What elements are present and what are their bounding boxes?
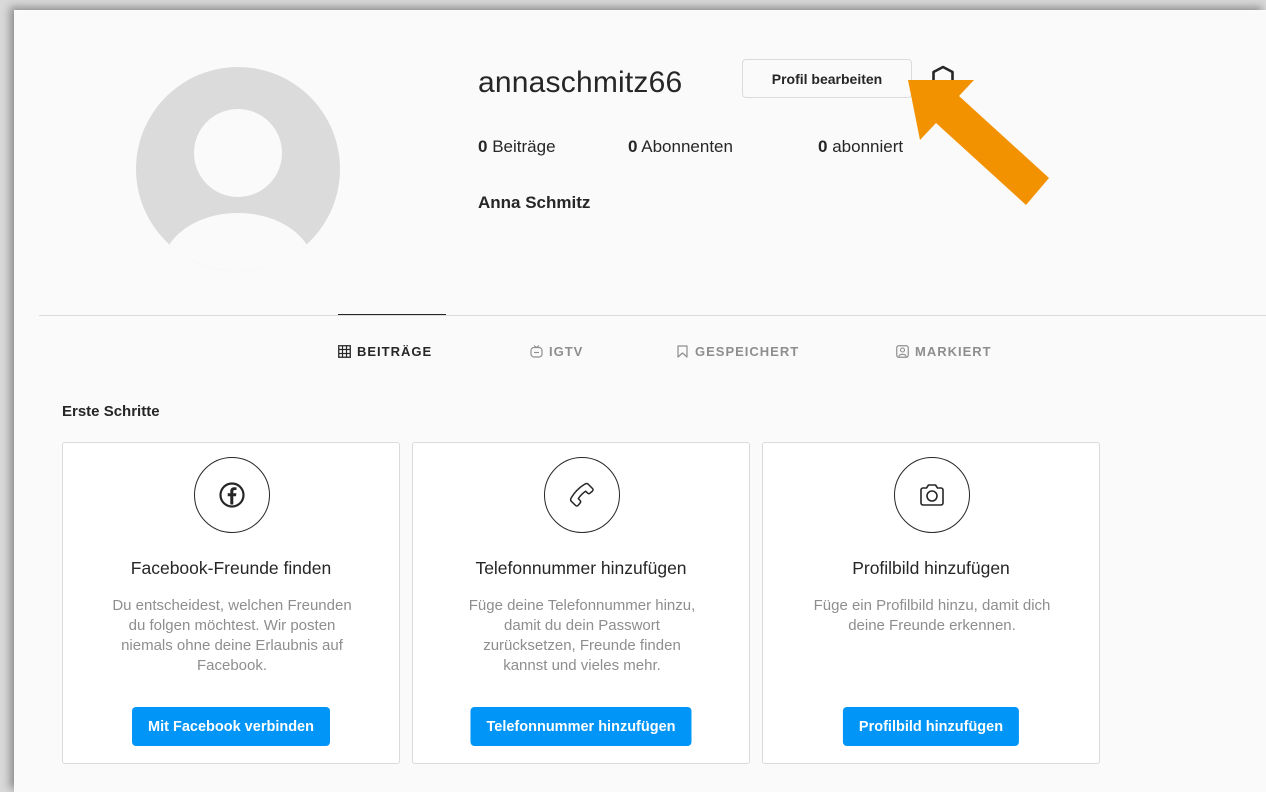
bookmark-icon	[677, 345, 688, 358]
card-phone-title: Telefonnummer hinzufügen	[475, 558, 687, 578]
stat-following[interactable]: 0 abonniert	[818, 137, 903, 157]
card-facebook-desc-line: niemals ohne deine Erlaubnis auf	[121, 637, 343, 654]
stat-posts-count: 0	[478, 137, 488, 156]
tab-igtv-label: IGTV	[549, 344, 584, 359]
stat-following-count: 0	[818, 137, 828, 156]
tab-saved-label: GESPEICHERT	[695, 344, 800, 359]
full-name: Anna Schmitz	[478, 193, 591, 212]
card-facebook: Facebook-Freunde finden Du entscheidest,…	[62, 442, 400, 764]
avatar-body-shape	[162, 213, 314, 271]
tab-posts-label: BEITRÄGE	[357, 344, 433, 359]
tabs-divider	[39, 315, 1266, 316]
phone-icon	[569, 482, 594, 507]
add-phone-button[interactable]: Telefonnummer hinzufügen	[470, 707, 692, 746]
username: annaschmitz66	[478, 66, 683, 99]
card-facebook-desc-line: Du entscheidest, welchen Freunden	[112, 597, 352, 614]
card-phone: Telefonnummer hinzufügen Füge deine Tele…	[412, 442, 750, 764]
connect-facebook-button[interactable]: Mit Facebook verbinden	[132, 707, 330, 746]
camera-icon	[920, 484, 944, 506]
card-facebook-title: Facebook-Freunde finden	[130, 558, 332, 578]
tab-tagged[interactable]: MARKIERT	[896, 344, 992, 359]
card-phone-desc-line: zurücksetzen, Freunde finden	[483, 637, 681, 654]
card-phone-desc-line: Füge deine Telefonnummer hinzu,	[468, 597, 696, 614]
getting-started-title: Erste Schritte	[62, 403, 160, 420]
avatar[interactable]	[136, 67, 340, 271]
stat-posts-label: Beiträge	[492, 137, 556, 156]
card-phone-desc-line: damit du dein Passwort	[504, 617, 660, 634]
card-phone-description: Füge deine Telefonnummer hinzu, damit du…	[429, 596, 735, 676]
callout-arrow-icon	[908, 80, 1049, 205]
tab-saved[interactable]: GESPEICHERT	[676, 344, 799, 359]
stat-followers-label: Abonnenten	[641, 137, 733, 156]
phone-icon-circle	[544, 457, 620, 533]
add-profile-photo-button[interactable]: Profilbild hinzufügen	[842, 707, 1020, 746]
card-facebook-desc-line: Facebook.	[196, 657, 268, 674]
avatar-head-shape	[194, 109, 282, 197]
card-facebook-description: Du entscheidest, welchen Freunden du fol…	[79, 596, 385, 676]
tab-tagged-label: MARKIERT	[915, 344, 992, 359]
tab-posts[interactable]: BEITRÄGE	[338, 344, 432, 359]
card-profile-photo-desc-line: deine Freunde erkennen.	[848, 617, 1016, 634]
stat-posts[interactable]: 0 Beiträge	[478, 137, 556, 157]
grid-icon	[338, 345, 351, 358]
igtv-icon	[530, 345, 543, 358]
card-facebook-desc-line: du folgen möchtest. Wir posten	[128, 617, 336, 634]
card-phone-desc-line: kannst und vieles mehr.	[503, 657, 661, 674]
card-profile-photo: Profilbild hinzufügen Füge ein Profilbil…	[762, 442, 1100, 764]
card-profile-photo-description: Füge ein Profilbild hinzu, damit dich de…	[779, 596, 1085, 636]
stat-following-label: abonniert	[832, 137, 904, 156]
card-profile-photo-title: Profilbild hinzufügen	[852, 558, 1010, 578]
tab-igtv[interactable]: IGTV	[530, 344, 583, 359]
stat-followers-count: 0	[628, 137, 638, 156]
tagged-icon	[896, 345, 909, 358]
active-tab-indicator	[338, 314, 446, 315]
stat-followers[interactable]: 0 Abonnenten	[628, 137, 733, 157]
edit-profile-button[interactable]: Profil bearbeiten	[742, 59, 912, 98]
facebook-icon-circle	[194, 457, 270, 533]
card-profile-photo-desc-line: Füge ein Profilbild hinzu, damit dich	[813, 597, 1051, 614]
camera-icon-circle	[894, 457, 970, 533]
facebook-icon	[219, 482, 245, 508]
profile-page: annaschmitz66 Profil bearbeiten 0 Beiträ…	[14, 10, 1266, 792]
